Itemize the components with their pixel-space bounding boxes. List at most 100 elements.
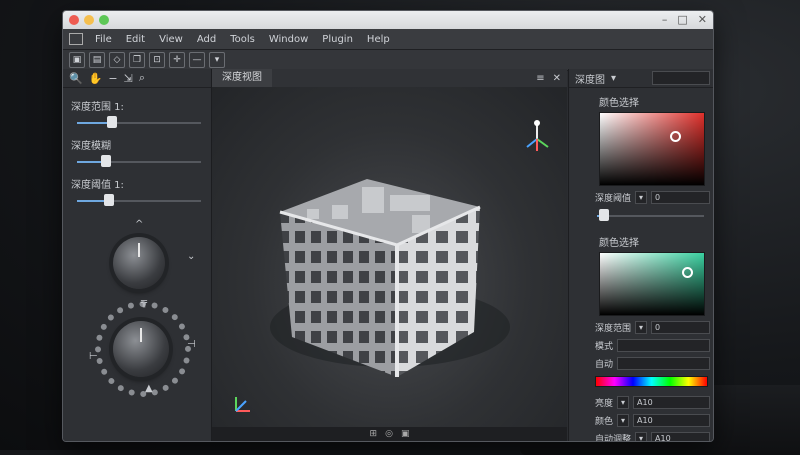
menu-item-edit[interactable]: Edit [119, 34, 152, 45]
row-a-input[interactable] [617, 339, 710, 352]
slider-depth-blur[interactable] [77, 155, 201, 167]
field-row-1: 深度阈值 ▾ 0 [595, 191, 710, 204]
menu-item-plugin[interactable]: Plugin [315, 34, 360, 45]
knob-min-mark-icon: ⊢ [89, 351, 98, 362]
color-picker-2[interactable] [599, 252, 705, 316]
save-icon[interactable]: ▤ [89, 52, 105, 68]
camera-icon[interactable]: ◎ [385, 429, 393, 439]
menu-item-help[interactable]: Help [360, 34, 397, 45]
header-search-box[interactable] [652, 71, 710, 85]
header-dropdown-icon[interactable]: ▾ [611, 73, 616, 84]
pan-tool-icon[interactable]: ✋ [89, 72, 103, 85]
win-maximize-icon[interactable]: □ [677, 13, 687, 26]
field-row-a: 模式 [595, 339, 710, 352]
window-controls: – □ ✕ [662, 13, 707, 26]
right-header-label: 深度图 [575, 74, 605, 86]
row-b-input[interactable] [617, 357, 710, 370]
menu-item-view[interactable]: View [152, 34, 190, 45]
tab-menu-icon[interactable]: ≡ [536, 73, 544, 84]
color-picker-cursor[interactable] [682, 267, 693, 278]
field-1-dropdown-icon[interactable]: ▾ [635, 191, 648, 204]
transform-icon[interactable]: ⇲ [124, 72, 133, 85]
prop-1-label: 亮度 [595, 399, 614, 409]
section-title-1: 颜色选择 [599, 98, 639, 109]
win-minimize-icon[interactable]: – [662, 13, 668, 26]
prop-1-value[interactable]: A10 [633, 396, 710, 409]
slider-depth-threshold[interactable] [77, 194, 201, 206]
field-row-2: 深度范围 ▾ 0 [595, 321, 710, 334]
tab-close-icon[interactable]: ✕ [553, 73, 561, 84]
prop-2-dropdown-icon[interactable]: ▾ [617, 414, 630, 427]
knob-max-mark-icon: ⊣ [187, 339, 196, 350]
app-window: – □ ✕ File Edit View Add Tools Window Pl… [62, 10, 714, 442]
prop-3-value[interactable]: A10 [651, 432, 710, 441]
row-b-label: 自动 [595, 360, 614, 370]
grid-toggle-icon[interactable]: ⊞ [370, 429, 378, 439]
menu-bar: File Edit View Add Tools Window Plugin H… [63, 29, 713, 50]
title-bar: – □ ✕ [63, 11, 713, 29]
new-file-icon[interactable]: ▣ [69, 52, 85, 68]
slider-opacity[interactable] [597, 209, 704, 221]
search-icon[interactable]: ⌕ [139, 71, 145, 85]
right-panel-header: 深度图 ▾ [569, 69, 713, 88]
orientation-gizmo[interactable] [524, 117, 550, 155]
knob-bottom-mark-icon: ▲ [145, 383, 153, 394]
select-icon[interactable]: ◇ [109, 52, 125, 68]
copy-icon[interactable]: ❐ [129, 52, 145, 68]
3d-scene[interactable] [212, 87, 567, 441]
field-2-dropdown-icon[interactable]: ▾ [635, 321, 648, 334]
viewport-tabbar: 深度视图 ≡ ✕ [212, 69, 567, 88]
tab-depth-view[interactable]: 深度视图 [212, 69, 272, 87]
minimize-button[interactable] [84, 15, 94, 25]
axis-indicator-icon [235, 397, 250, 412]
menu-item-add[interactable]: Add [190, 34, 223, 45]
intensity-knob[interactable] [113, 321, 169, 377]
menu-item-tools[interactable]: Tools [223, 34, 262, 45]
prop-2-value[interactable]: A10 [633, 414, 710, 427]
zoom-button[interactable] [99, 15, 109, 25]
slider-thumb[interactable] [104, 194, 114, 206]
prop-row-2: 颜色 ▾ A10 [595, 414, 710, 427]
slider-label-depth-blur: 深度模糊 [71, 141, 111, 152]
move-icon[interactable]: ✛ [169, 52, 185, 68]
prop-3-dropdown-icon[interactable]: ▾ [635, 432, 648, 441]
viewport-statusbar: ⊞ ◎ ▣ [212, 427, 567, 441]
field-1-label: 深度阈值 [595, 194, 632, 204]
left-panel: 🔍 ✋ − ⇲ ⌕ 深度范围 1: 深度模糊 深度阈值 1: ^ ⌄ ╦ ⊢ ⊣… [63, 69, 212, 441]
field-row-b: 自动 [595, 357, 710, 370]
chevron-up-icon[interactable]: ^ [135, 219, 143, 230]
right-panel: 深度图 ▾ 颜色选择 深度阈值 ▾ 0 颜色选择 深度范围 ▾ 0 模式 自动 … [568, 69, 713, 442]
prop-row-1: 亮度 ▾ A10 [595, 396, 710, 409]
viewport-panel: 深度视图 ≡ ✕ ⊞ ◎ ▣ [212, 69, 567, 441]
render-icon[interactable]: ▣ [401, 429, 410, 439]
hue-slider[interactable] [595, 376, 708, 387]
zoom-tool-icon[interactable]: 🔍 [69, 72, 83, 85]
row-a-label: 模式 [595, 342, 614, 352]
main-toolbar: ▣ ▤ ◇ ❐ ⊡ ✛ — ▾ [63, 50, 713, 71]
left-toolbar: 🔍 ✋ − ⇲ ⌕ [63, 69, 211, 88]
field-2-input[interactable]: 0 [651, 321, 710, 334]
color-picker-1[interactable] [599, 112, 705, 186]
prop-3-label: 自动调整 [595, 435, 632, 442]
lattice-cube [270, 179, 510, 377]
close-button[interactable] [69, 15, 79, 25]
app-logo-icon [69, 33, 83, 45]
slider-thumb[interactable] [107, 116, 117, 128]
color-picker-cursor[interactable] [670, 131, 681, 142]
field-1-input[interactable]: 0 [651, 191, 710, 204]
dropdown-icon[interactable]: ▾ [209, 52, 225, 68]
slider-thumb[interactable] [599, 209, 609, 221]
depth-knob[interactable] [113, 237, 165, 289]
knob-top-mark-icon: ╦ [141, 297, 148, 308]
slider-thumb[interactable] [101, 155, 111, 167]
menu-item-window[interactable]: Window [262, 34, 315, 45]
chevron-down-icon[interactable]: ⌄ [187, 251, 195, 262]
prop-1-dropdown-icon[interactable]: ▾ [617, 396, 630, 409]
fit-icon[interactable]: ⊡ [149, 52, 165, 68]
line-tool-icon[interactable]: — [189, 52, 205, 68]
slider-depth-range[interactable] [77, 116, 201, 128]
minus-icon[interactable]: − [108, 72, 117, 85]
win-close-icon[interactable]: ✕ [698, 13, 707, 26]
slider-label-depth-threshold: 深度阈值 1: [71, 180, 124, 191]
menu-item-file[interactable]: File [88, 34, 119, 45]
